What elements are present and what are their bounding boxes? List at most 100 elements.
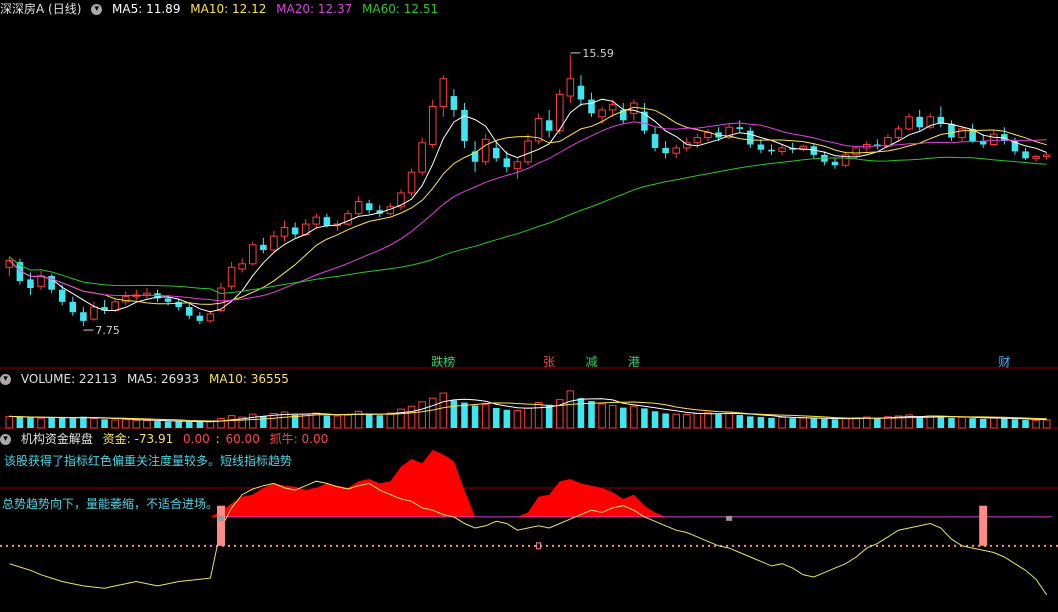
candle-body-down xyxy=(461,109,468,142)
candle-body-up xyxy=(905,116,913,130)
volume-bar xyxy=(196,422,204,428)
volume-header: ▾ VOLUME: 22113 MA5: 26933 MA10: 36555 xyxy=(0,370,295,388)
volume-bar xyxy=(672,413,680,429)
candle-body-up xyxy=(989,133,998,145)
signal-mark xyxy=(726,515,733,521)
fund-label: 资金: -73.91 xyxy=(102,432,174,446)
candle-body-down xyxy=(291,227,299,235)
candle-body-down xyxy=(747,130,754,145)
volume-bar xyxy=(407,405,416,429)
candle-body-up xyxy=(683,142,691,149)
candle-body-up xyxy=(407,171,416,194)
volume-bar xyxy=(588,401,595,428)
volume-bar xyxy=(185,421,193,428)
volume-bar xyxy=(608,404,617,429)
candle-body-up xyxy=(439,78,448,107)
volume-bar xyxy=(121,419,130,429)
candle-body-up xyxy=(270,235,278,251)
value1-label: 0.00 xyxy=(183,432,210,446)
value2-label: 60.00 xyxy=(225,432,260,446)
volume-bar xyxy=(524,407,532,429)
volume-bar xyxy=(736,414,743,428)
candle-body-down xyxy=(577,85,585,100)
candle-body-down xyxy=(492,147,500,159)
signal-bar xyxy=(979,505,988,546)
candle-body-down xyxy=(503,158,511,167)
volume-bar xyxy=(566,390,575,429)
indicator-note: 该股获得了指标红色偏重关注度量较多。短线指标趋势 xyxy=(4,454,293,468)
stock-title[interactable]: 深深房A (日线) xyxy=(0,2,81,16)
volume-bar xyxy=(1042,419,1051,429)
volume-bar xyxy=(386,412,395,429)
candle-body-up xyxy=(90,306,98,320)
candle-body-up xyxy=(1032,156,1040,159)
event-marker: 减 xyxy=(586,355,598,369)
volume-bar xyxy=(958,416,966,429)
volume-bar xyxy=(841,418,850,429)
candle-body-down xyxy=(916,116,923,128)
catch-label: 抓牛: 0.00 xyxy=(269,432,329,446)
candle-body-up xyxy=(344,213,352,225)
chart-stage[interactable]: 15.59 7.75 跌榜 张 减 港 财 xyxy=(0,0,1058,612)
indicator-panel[interactable] xyxy=(0,450,1058,596)
chevron-down-icon[interactable]: ▾ xyxy=(91,4,103,15)
volume-bar xyxy=(810,418,818,428)
volume-bar xyxy=(926,415,935,429)
volume-bar xyxy=(778,416,786,429)
volume-panel[interactable] xyxy=(5,390,1051,429)
event-marker: 港 xyxy=(628,355,640,369)
volume-bar xyxy=(704,412,712,429)
volume-bar xyxy=(831,419,839,428)
candle-body-up xyxy=(143,292,151,296)
volume-bar xyxy=(376,415,384,428)
volume-bar xyxy=(789,418,796,428)
volume-bar xyxy=(58,417,66,428)
volume-bar xyxy=(989,417,998,429)
volume-bar xyxy=(48,417,55,428)
volume-bar xyxy=(16,417,24,428)
candle-body-down xyxy=(662,147,669,154)
candle-body-down xyxy=(164,298,172,302)
volume-bar xyxy=(428,397,437,429)
volume-bar xyxy=(365,414,373,428)
signal-bar xyxy=(217,505,226,546)
candle-body-down xyxy=(196,315,204,321)
candle-body-down xyxy=(768,149,775,152)
candle-body-down xyxy=(757,144,765,150)
volume-bar xyxy=(323,415,331,428)
volume-bar xyxy=(132,419,141,429)
candle-body-down xyxy=(641,111,648,131)
candle-body-down xyxy=(185,307,193,316)
volume-bar xyxy=(154,421,161,428)
ma10-label: MA10: 12.12 xyxy=(190,2,267,16)
candle-body-up xyxy=(513,161,522,170)
candle-body-up xyxy=(428,105,437,146)
indicator-header: ▾ 机构资金解盘 资金: -73.91 0.00 : 60.00 抓牛: 0.0… xyxy=(0,430,334,448)
candle-body-up xyxy=(227,266,236,287)
volume-bar xyxy=(874,418,881,428)
volume-bar xyxy=(5,415,14,429)
candle-body-down xyxy=(588,99,595,114)
volume-bar xyxy=(69,418,77,428)
candle-body-up xyxy=(481,138,490,163)
candle-body-down xyxy=(948,123,955,138)
candle-body-down xyxy=(545,120,553,131)
chevron-down-icon[interactable]: ▾ xyxy=(0,374,11,385)
candle-body-down xyxy=(450,96,458,110)
volume-bar xyxy=(799,417,808,429)
candle-body-up xyxy=(312,216,321,225)
volume-bar xyxy=(662,413,669,428)
candle-body-down xyxy=(27,279,34,289)
volume-bar xyxy=(450,400,458,428)
candle-body-down xyxy=(80,312,87,321)
ma20-label: MA20: 12.37 xyxy=(276,2,353,16)
volume-bar xyxy=(217,418,225,429)
volume-bar xyxy=(492,408,500,428)
chevron-down-icon[interactable]: ▾ xyxy=(0,434,11,445)
volume-bar xyxy=(461,402,468,428)
volume-bar xyxy=(227,415,236,429)
volume-bar xyxy=(164,421,172,428)
price-panel[interactable]: 15.59 7.75 跌榜 张 减 港 财 xyxy=(5,47,1051,369)
candle-body-down xyxy=(69,301,77,313)
vol-ma10-label: MA10: 36555 xyxy=(209,372,289,386)
